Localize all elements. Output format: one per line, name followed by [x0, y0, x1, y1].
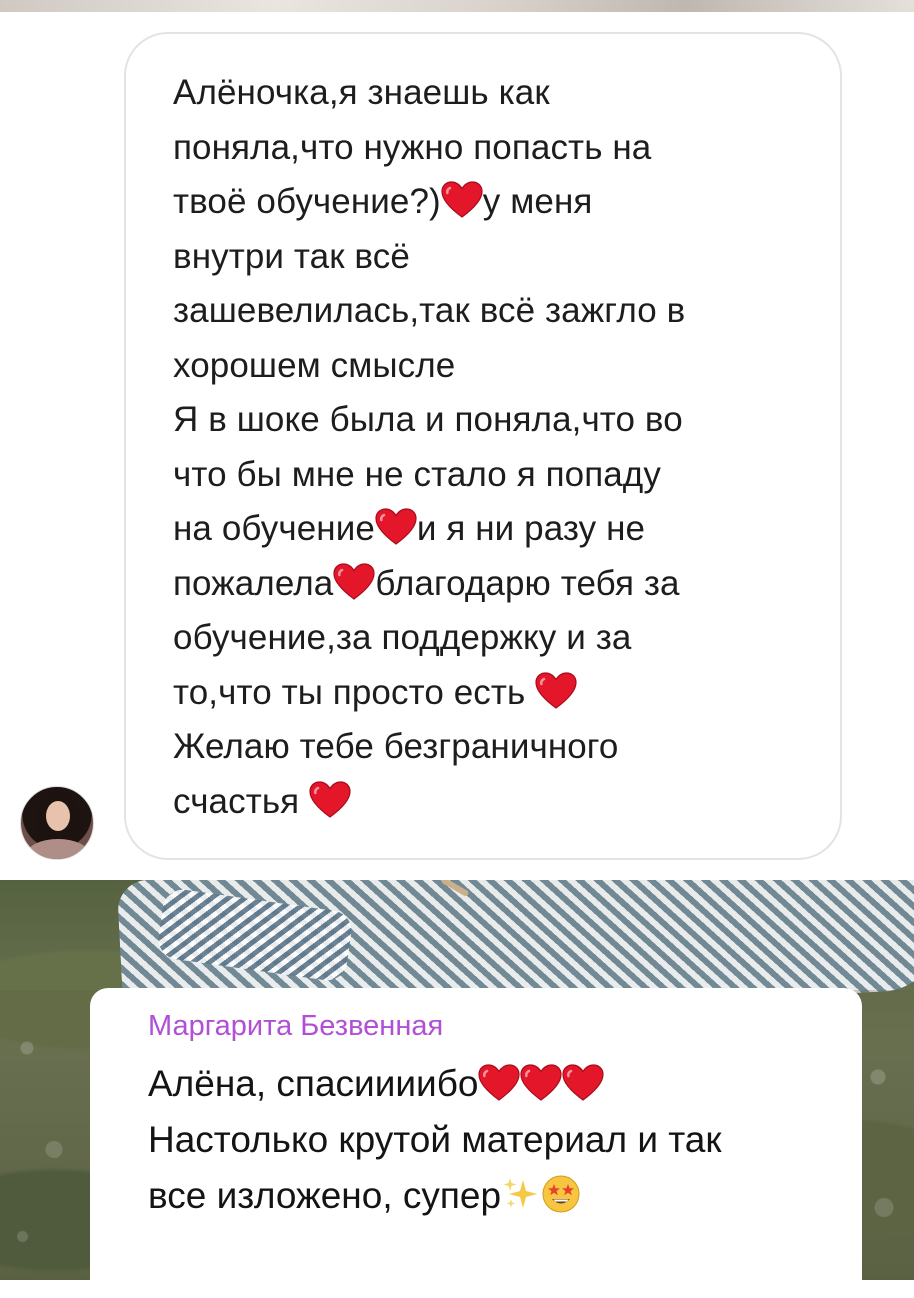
message-text-segment: Алёна, спасиииибо	[148, 1063, 479, 1104]
sender-avatar[interactable]	[20, 786, 94, 860]
top_message-line: Желаю тебе безграничного	[173, 720, 813, 775]
message-text-segment: зашевелилась,так всё зажгло в	[173, 291, 686, 330]
red-heart-icon	[478, 1064, 521, 1102]
top_message-line: Алёночка,я знаешь как	[173, 66, 813, 121]
red-heart-icon	[441, 181, 483, 219]
message-text-segment: обучение,за поддержку и за	[173, 618, 632, 657]
red-heart-icon	[375, 508, 417, 546]
incoming-message-text: Алёночка,я знаешь как поняла,что нужно по…	[173, 66, 813, 829]
message-text-segment: все изложено, супер	[148, 1175, 502, 1216]
top_message-line: зашевелилась,так всё зажгло в	[173, 284, 813, 339]
red-heart-icon	[520, 1064, 563, 1102]
top_message-line: внутри так всё	[173, 230, 813, 285]
top_message-line: хорошем смысле	[173, 339, 813, 394]
message-text-segment: хорошем смысле	[173, 345, 456, 385]
top_message-line: пожалела благодарю тебя за	[173, 557, 813, 612]
message-text-segment: и я ни разу не	[416, 509, 646, 548]
wallpaper-doodles-left	[0, 990, 90, 1280]
message-text-segment: благодарю тебя за	[375, 563, 680, 603]
bottom_message-line: Настолько крутой материал и так	[148, 1112, 848, 1168]
star-struck-face-icon	[541, 1174, 581, 1214]
message-text-segment: Я в шоке была и поняла,что во	[173, 400, 683, 439]
message-text-segment: внутри так всё	[173, 236, 410, 276]
top_message-line: поняла,что нужно попасть на	[173, 121, 813, 176]
top-photo-strip	[0, 0, 914, 12]
message-text-segment: у меня	[482, 182, 593, 221]
message-text-segment: Желаю тебе безграничного	[173, 727, 619, 766]
red-heart-icon	[333, 562, 375, 601]
bottom_message-line: Алёна, спасиииибо	[148, 1056, 848, 1112]
top_message-line: на обучение и я ни разу не	[173, 502, 813, 557]
bottom_message-line: все изложено, супер	[148, 1168, 848, 1224]
top_message-line: Я в шоке была и поняла,что во	[173, 393, 813, 448]
message-text-segment: пожалела	[173, 563, 334, 603]
message-text-segment: твоё обучение?)	[173, 182, 441, 221]
red-heart-icon	[535, 671, 577, 710]
wallpaper-doodles-right	[854, 990, 914, 1280]
group-message-text: Алёна, спасиииибо Настолько крутой матери…	[148, 1056, 848, 1224]
message-text-segment: счастья	[173, 781, 310, 821]
red-heart-icon	[309, 780, 351, 819]
message-text-segment: что бы мне не стало я попаду	[173, 454, 661, 494]
message-text-segment: Настолько крутой материал и так	[148, 1119, 722, 1160]
avatar-shoulders	[27, 839, 89, 859]
message-text-segment: поняла,что нужно попасть на	[173, 127, 652, 167]
top_message-line: что бы мне не стало я попаду	[173, 448, 813, 503]
top_message-line: обучение,за поддержку и за	[173, 611, 813, 666]
message-text-segment: Алёночка,я знаешь как	[173, 73, 550, 112]
sparkles-icon	[501, 1174, 541, 1214]
top_message-line: счастья	[173, 775, 813, 830]
red-heart-icon	[562, 1064, 605, 1102]
message-text-segment: на обучение	[173, 509, 375, 548]
avatar-face	[46, 801, 70, 831]
top_message-line: то,что ты просто есть	[173, 666, 813, 721]
message-text-segment: то,что ты просто есть	[173, 672, 536, 712]
message-sender-name[interactable]: Маргарита Безвенная	[148, 1010, 443, 1043]
top_message-line: твоё обучение?) у меня	[173, 175, 813, 230]
